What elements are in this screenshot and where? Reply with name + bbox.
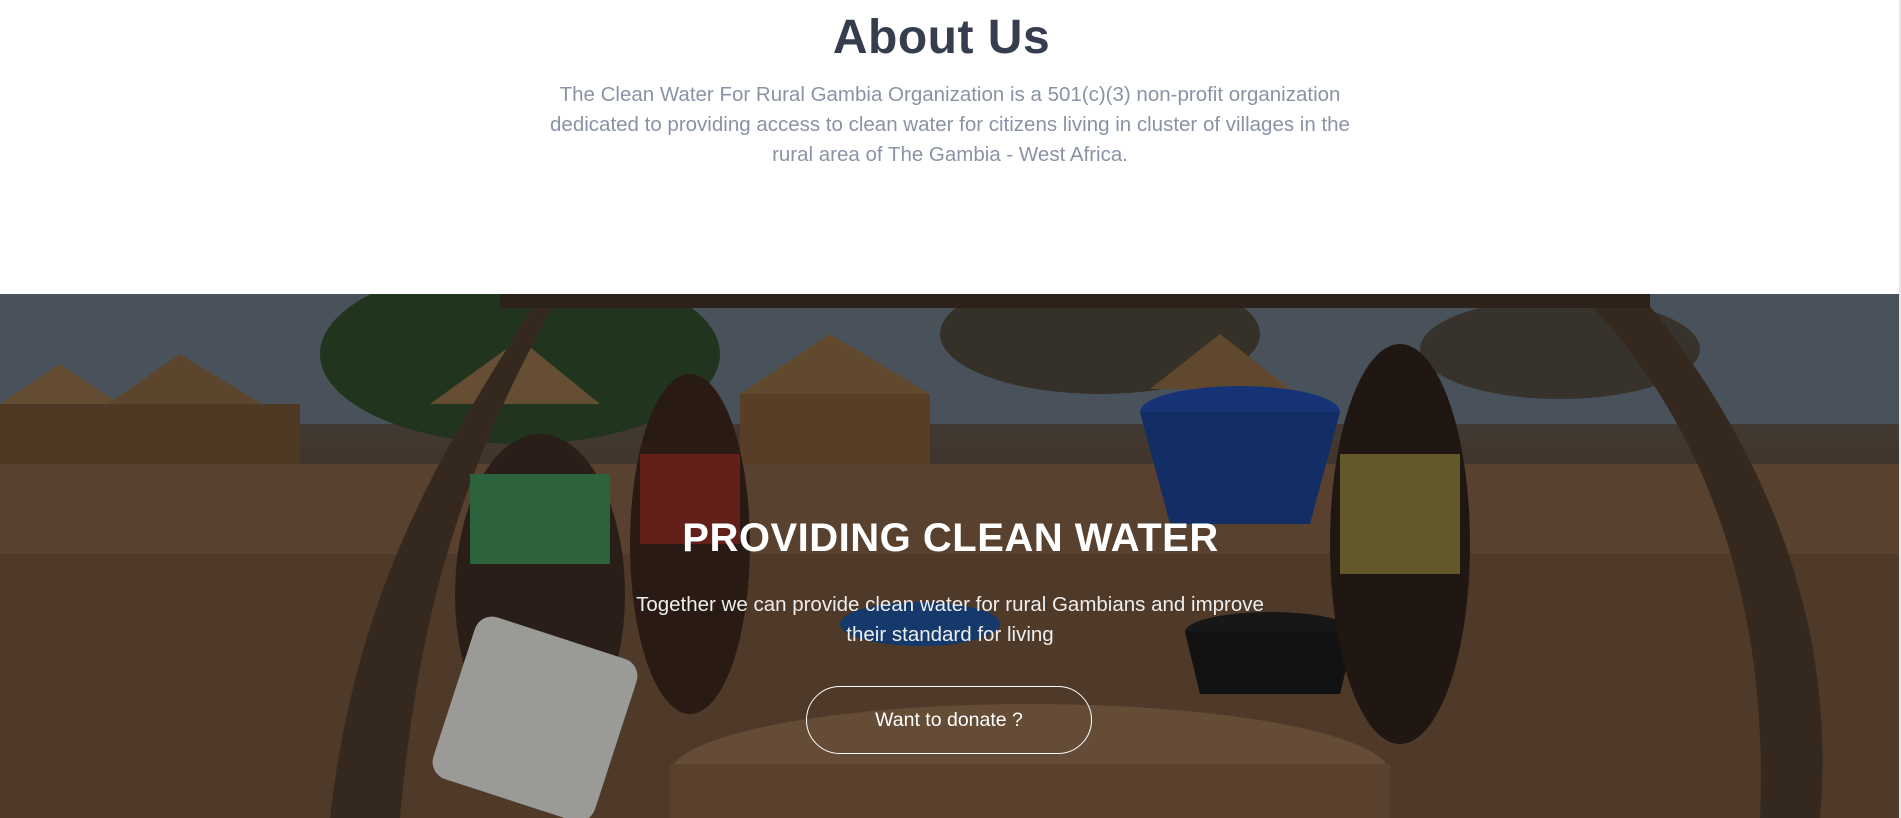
about-section: About Us The Clean Water For Rural Gambi…	[0, 0, 1901, 294]
hero-title: PROVIDING CLEAN WATER	[682, 516, 1219, 560]
donate-button[interactable]: Want to donate ?	[806, 686, 1092, 754]
about-description: The Clean Water For Rural Gambia Organiz…	[550, 83, 1350, 166]
page: About Us The Clean Water For Rural Gambi…	[0, 0, 1901, 818]
hero-banner: PROVIDING CLEAN WATER Together we can pr…	[0, 294, 1901, 818]
hero-subtitle: Together we can provide clean water for …	[636, 593, 1264, 646]
about-title: About Us	[832, 11, 1051, 64]
